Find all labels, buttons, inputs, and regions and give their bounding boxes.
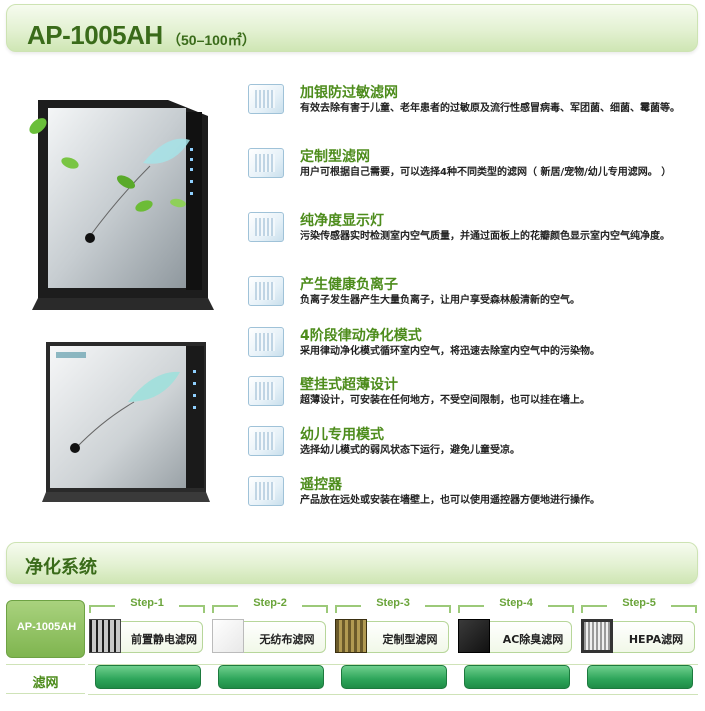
nonwoven-filter-icon [212, 619, 244, 653]
step-label: Step-5 [607, 597, 671, 609]
filter-step-5: Step-5 HEPA滤网 [581, 597, 697, 697]
filter-row-header: 滤网 [6, 664, 85, 694]
purity-light-icon [248, 212, 284, 242]
carbon-filter-icon [458, 619, 490, 653]
section-title: 净化系统 [25, 557, 97, 578]
custom-filter-icon [248, 148, 284, 178]
prefilter-grid-icon [89, 619, 121, 653]
model-cell: AP-1005AH [6, 600, 85, 658]
step-filter-name: HEPA滤网 [628, 633, 684, 646]
feature-description: 采用律动净化模式循环室内空气，将迅速去除室内空气中的污染物。 [300, 346, 600, 357]
section-header: 净化系统 [6, 542, 698, 584]
feature-item: 壁挂式超薄设计 超薄设计，可安装在任何地方，不受空间限制，也可以挂在墙上。 [248, 374, 698, 424]
step-filter-name: 无纺布滤网 [259, 633, 315, 646]
header-bar: AP-1005AH （50–100㎡） [6, 4, 698, 52]
feature-item: 加银防过敏滤网 有效去除有害于儿童、老年患者的过敏原及流行性感冒病毒、军团菌、细… [248, 82, 698, 132]
air-purifier-image-dark [29, 100, 214, 310]
feature-item: 产生健康负离子 负离子发生器产生大量负离子，让用户享受森林般清新的空气。 [248, 274, 698, 324]
feature-item: 遥控器 产品放在远处或安装在墙壁上，也可以使用遥控器方便地进行操作。 [248, 474, 698, 524]
feature-title: 幼儿专用模式 [300, 427, 384, 443]
filter-step-2: Step-2 无纺布滤网 [212, 597, 328, 697]
filter-row-label: 滤网 [32, 676, 59, 691]
filter-panel-icon [248, 84, 284, 114]
step-label: Step-2 [238, 597, 302, 609]
custom-filter-icon [335, 619, 367, 653]
filter-included-bar [218, 665, 324, 689]
feature-item: 定制型滤网 用户可根据自己需要，可以选择4种不同类型的滤网（ 新居/宠物/幼儿专… [248, 146, 698, 196]
feature-description: 选择幼儿模式的弱风状态下运行，避免儿童受凉。 [300, 445, 520, 456]
feature-item: 纯净度显示灯 污染传感器实时检测室内空气质量，并通过面板上的花瓣颜色显示室内空气… [248, 210, 698, 260]
step-filter-name: 前置静电滤网 [131, 633, 197, 646]
feature-description: 用户可根据自己需要，可以选择4种不同类型的滤网（ 新居/宠物/幼儿专用滤网。 ） [300, 167, 672, 178]
feature-title: 产生健康负离子 [300, 277, 398, 293]
filter-included-bar [95, 665, 201, 689]
step-filter-name: AC除臭滤网 [502, 633, 564, 646]
feature-description: 有效去除有害于儿童、老年患者的过敏原及流行性感冒病毒、军团菌、细菌、霉菌等。 [300, 103, 680, 114]
step-label: Step-1 [115, 597, 179, 609]
four-stage-mode-icon [248, 327, 284, 357]
air-purifier-image-white [42, 342, 210, 502]
child-mode-icon [248, 426, 284, 456]
model-name: AP-1005AH [16, 621, 77, 633]
filter-included-bar [341, 665, 447, 689]
hepa-filter-icon [581, 619, 613, 653]
negative-ion-icon [248, 276, 284, 306]
filter-included-bar [464, 665, 570, 689]
filter-step-3: Step-3 定制型滤网 [335, 597, 451, 697]
product-title: AP-1005AH [27, 20, 163, 50]
feature-title: 遥控器 [300, 477, 342, 493]
feature-description: 超薄设计，可安装在任何地方，不受空间限制，也可以挂在墙上。 [300, 395, 590, 406]
feature-title: 4阶段律动净化模式 [300, 328, 422, 344]
filter-step-4: Step-4 AC除臭滤网 [458, 597, 574, 697]
feature-description: 负离子发生器产生大量负离子，让用户享受森林般清新的空气。 [300, 295, 580, 306]
feature-item: 4阶段律动净化模式 采用律动净化模式循环室内空气，将迅速去除室内空气中的污染物。 [248, 325, 698, 375]
remote-control-icon [248, 476, 284, 506]
step-filter-name: 定制型滤网 [382, 633, 438, 646]
step-label: Step-4 [484, 597, 548, 609]
filter-included-bar [587, 665, 693, 689]
feature-title: 加银防过敏滤网 [300, 85, 398, 101]
feature-description: 产品放在远处或安装在墙壁上，也可以使用遥控器方便地进行操作。 [300, 495, 600, 506]
step-label: Step-3 [361, 597, 425, 609]
product-area-range: （50–100㎡） [167, 32, 256, 48]
feature-title: 壁挂式超薄设计 [300, 377, 398, 393]
feature-description: 污染传感器实时检测室内空气质量，并通过面板上的花瓣颜色显示室内空气纯净度。 [300, 231, 670, 242]
filter-step-1: Step-1 前置静电滤网 [89, 597, 205, 697]
feature-title: 纯净度显示灯 [300, 213, 384, 229]
wall-mount-icon [248, 376, 284, 406]
feature-title: 定制型滤网 [300, 149, 370, 165]
feature-item: 幼儿专用模式 选择幼儿模式的弱风状态下运行，避免儿童受凉。 [248, 424, 698, 474]
